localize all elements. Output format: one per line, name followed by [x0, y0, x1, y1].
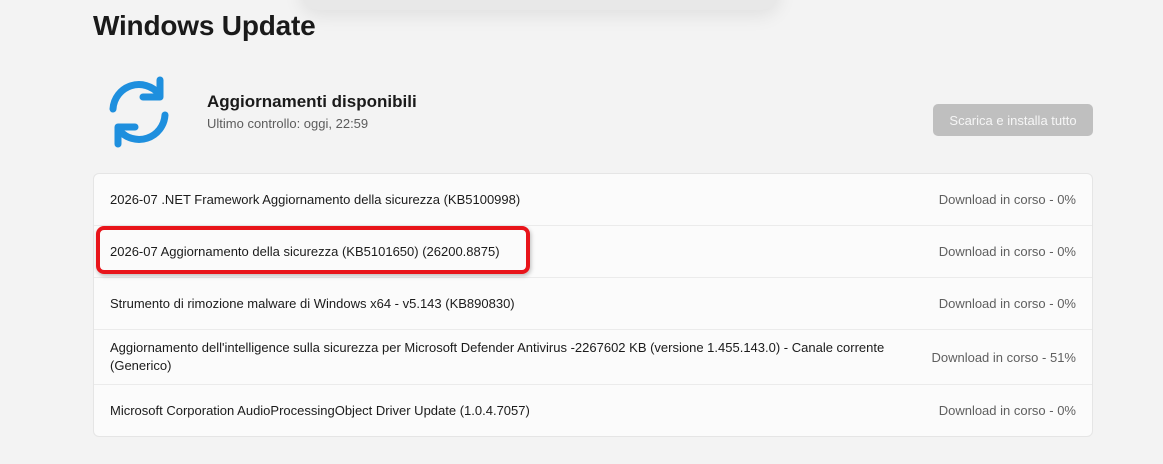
updates-list: 2026-07 .NET Framework Aggiornamento del…: [93, 173, 1093, 437]
update-row[interactable]: Strumento di rimozione malware di Window…: [94, 277, 1092, 329]
update-row[interactable]: Aggiornamento dell'intelligence sulla si…: [94, 329, 1092, 384]
download-install-all-button[interactable]: Scarica e installa tutto: [933, 104, 1093, 136]
page-title: Windows Update: [93, 10, 316, 41]
status-title: Aggiornamenti disponibili: [207, 92, 417, 111]
update-name: Strumento di rimozione malware di Window…: [110, 295, 515, 311]
sync-icon: [109, 76, 169, 148]
update-row[interactable]: 2026-07 .NET Framework Aggiornamento del…: [94, 174, 1092, 225]
update-name: Aggiornamento dell'intelligence sulla si…: [110, 340, 885, 373]
update-status: Download in corso - 0%: [938, 296, 1076, 311]
window-shadow: [300, 0, 780, 10]
update-row[interactable]: Microsoft Corporation AudioProcessingObj…: [94, 384, 1092, 436]
last-check-text: Ultimo controllo: oggi, 22:59: [207, 116, 369, 131]
update-name: 2026-07 .NET Framework Aggiornamento del…: [110, 191, 521, 207]
update-status: Download in corso - 0%: [938, 403, 1076, 418]
update-status-section: Aggiornamenti disponibili Ultimo control…: [93, 68, 1093, 158]
update-status: Download in corso - 51%: [931, 349, 1076, 365]
update-status: Download in corso - 0%: [938, 244, 1076, 259]
update-name: Microsoft Corporation AudioProcessingObj…: [110, 402, 530, 418]
update-status: Download in corso - 0%: [938, 192, 1076, 207]
update-name: 2026-07 Aggiornamento della sicurezza (K…: [110, 243, 500, 259]
update-row[interactable]: 2026-07 Aggiornamento della sicurezza (K…: [94, 225, 1092, 277]
